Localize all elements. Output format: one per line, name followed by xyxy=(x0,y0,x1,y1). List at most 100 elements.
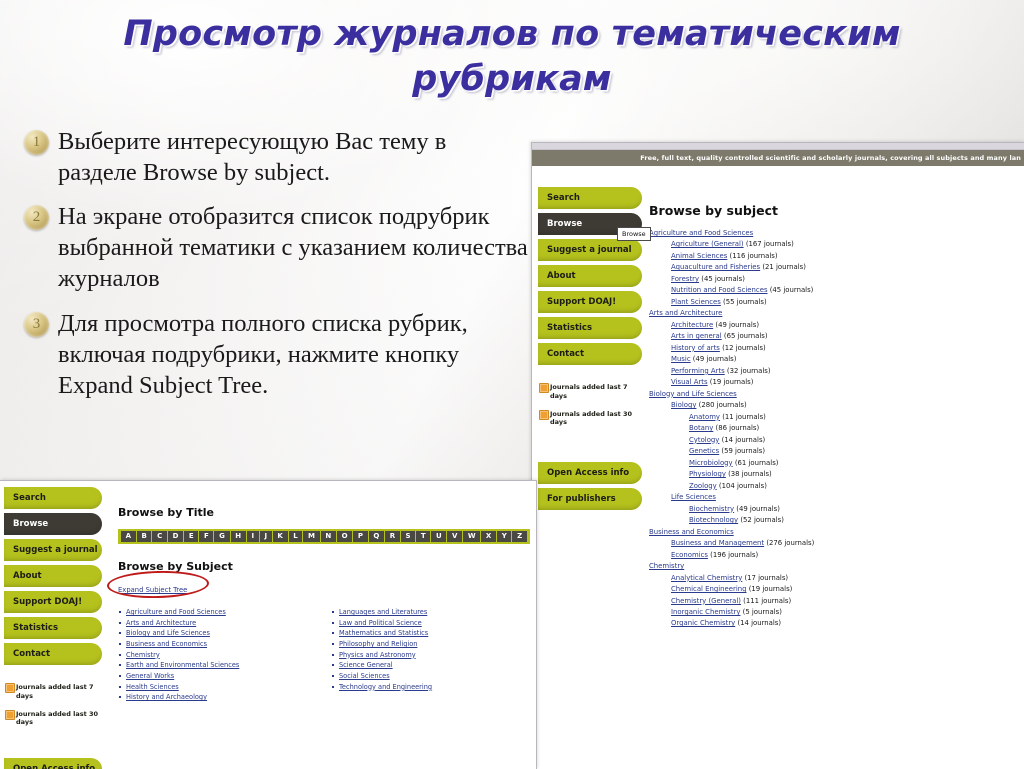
sidebar-item-for-publishers[interactable]: For publishers xyxy=(538,488,642,511)
list-item: Arts and Architecture xyxy=(118,618,317,629)
feed-link[interactable]: Journals added last 7 days xyxy=(538,383,642,401)
subject-link[interactable]: Chemistry (General) xyxy=(671,597,741,605)
subject-link[interactable]: Biotechnology xyxy=(689,516,738,524)
subject-link[interactable]: Aquaculture and Fisheries xyxy=(671,263,760,271)
subject-link[interactable]: Performing Arts xyxy=(671,367,725,375)
alphabet-letter-S[interactable]: S xyxy=(400,531,416,542)
subject-link[interactable]: Life Sciences xyxy=(671,493,716,501)
subject-link[interactable]: Agriculture (General) xyxy=(671,240,744,248)
subject-link[interactable]: Agriculture and Food Sciences xyxy=(649,229,753,237)
alphabet-letter-T[interactable]: T xyxy=(416,531,431,542)
alphabet-bar[interactable]: ABCDEFGHIJKLMNOPQRSTUVWXYZ xyxy=(118,529,530,544)
subject-link[interactable]: Chemistry xyxy=(126,651,160,659)
subject-link[interactable]: Forestry xyxy=(671,275,699,283)
subject-link[interactable]: History of arts xyxy=(671,344,720,352)
sidebar-item-contact[interactable]: Contact xyxy=(538,343,642,365)
subject-link[interactable]: Philosophy and Religion xyxy=(339,640,417,648)
subject-link[interactable]: Physiology xyxy=(689,470,726,478)
alphabet-letter-L[interactable]: L xyxy=(288,531,303,542)
subject-link[interactable]: Business and Economics xyxy=(126,640,207,648)
sidebar-item-browse[interactable]: Browse xyxy=(4,513,102,535)
subject-link[interactable]: Organic Chemistry xyxy=(671,619,735,627)
alphabet-letter-M[interactable]: M xyxy=(303,531,320,542)
alphabet-letter-R[interactable]: R xyxy=(385,531,400,542)
subject-link[interactable]: Languages and Literatures xyxy=(339,608,427,616)
subject-link[interactable]: Anatomy xyxy=(689,413,720,421)
subject-link[interactable]: Biology and Life Sciences xyxy=(649,390,737,398)
subject-link[interactable]: Visual Arts xyxy=(671,378,708,386)
subject-link[interactable]: Technology and Engineering xyxy=(339,683,432,691)
subject-link[interactable]: Arts and Architecture xyxy=(649,309,722,317)
alphabet-letter-I[interactable]: I xyxy=(246,531,259,542)
feed-link[interactable]: Journals added last 7 days xyxy=(4,683,102,701)
subject-link[interactable]: Social Sciences xyxy=(339,672,390,680)
subject-link[interactable]: Science General xyxy=(339,661,393,669)
subject-link[interactable]: Music xyxy=(671,355,691,363)
feed-link[interactable]: Journals added last 30 days xyxy=(538,409,642,428)
sidebar-item-about[interactable]: About xyxy=(4,565,102,587)
alphabet-letter-V[interactable]: V xyxy=(447,531,463,542)
subject-link[interactable]: Biology xyxy=(671,401,696,409)
subject-link[interactable]: Animal Sciences xyxy=(671,252,727,260)
alphabet-letter-A[interactable]: A xyxy=(121,531,136,542)
alphabet-letter-X[interactable]: X xyxy=(481,531,497,542)
sidebar-item-contact[interactable]: Contact xyxy=(4,643,102,665)
sidebar-item-search[interactable]: Search xyxy=(538,187,642,209)
alphabet-letter-D[interactable]: D xyxy=(167,531,184,542)
alphabet-letter-K[interactable]: K xyxy=(272,531,288,542)
alphabet-letter-W[interactable]: W xyxy=(463,531,481,542)
sidebar-item-statistics[interactable]: Statistics xyxy=(4,617,102,639)
alphabet-letter-Y[interactable]: Y xyxy=(497,531,512,542)
subject-link[interactable]: Business and Economics xyxy=(649,528,734,536)
sidebar-item-support-doaj[interactable]: Support DOAJ! xyxy=(538,291,642,313)
alphabet-letter-F[interactable]: F xyxy=(199,531,214,542)
sidebar-item-suggest-a-journal[interactable]: Suggest a journal xyxy=(4,539,102,561)
alphabet-letter-Q[interactable]: Q xyxy=(368,531,385,542)
alphabet-letter-H[interactable]: H xyxy=(230,531,246,542)
alphabet-letter-Z[interactable]: Z xyxy=(512,531,527,542)
alphabet-letter-P[interactable]: P xyxy=(353,531,368,542)
alphabet-letter-C[interactable]: C xyxy=(152,531,167,542)
subject-link[interactable]: Architecture xyxy=(671,321,713,329)
alphabet-letter-B[interactable]: B xyxy=(136,531,152,542)
alphabet-letter-J[interactable]: J xyxy=(259,531,272,542)
subject-link[interactable]: Zoology xyxy=(689,482,717,490)
subject-link[interactable]: Law and Political Science xyxy=(339,619,422,627)
subject-link[interactable]: Analytical Chemistry xyxy=(671,574,742,582)
sidebar-item-open-access-info[interactable]: Open Access info xyxy=(538,462,642,485)
sidebar-item-open-access-info[interactable]: Open Access info xyxy=(4,758,102,769)
subject-link[interactable]: Agriculture and Food Sciences xyxy=(126,608,226,616)
subject-link[interactable]: Earth and Environmental Sciences xyxy=(126,661,239,669)
subject-link[interactable]: Biochemistry xyxy=(689,505,734,513)
sidebar-item-about[interactable]: About xyxy=(538,265,642,287)
alphabet-letter-N[interactable]: N xyxy=(320,531,336,542)
subject-link[interactable]: Botany xyxy=(689,424,713,432)
subject-link[interactable]: Nutrition and Food Sciences xyxy=(671,286,768,294)
alphabet-letter-E[interactable]: E xyxy=(184,531,199,542)
subject-link[interactable]: Genetics xyxy=(689,447,719,455)
subject-link[interactable]: Mathematics and Statistics xyxy=(339,629,428,637)
subject-link[interactable]: General Works xyxy=(126,672,174,680)
subject-link[interactable]: Cytology xyxy=(689,436,719,444)
sidebar-item-suggest-a-journal[interactable]: Suggest a journal xyxy=(538,239,642,261)
subject-link[interactable]: Biology and Life Sciences xyxy=(126,629,210,637)
subject-link[interactable]: Economics xyxy=(671,551,708,559)
sidebar-item-search[interactable]: Search xyxy=(4,487,102,509)
subject-link[interactable]: Plant Sciences xyxy=(671,298,721,306)
subject-link[interactable]: Microbiology xyxy=(689,459,733,467)
subject-link[interactable]: Inorganic Chemistry xyxy=(671,608,740,616)
alphabet-letter-G[interactable]: G xyxy=(214,531,230,542)
subject-link[interactable]: Arts and Architecture xyxy=(126,619,196,627)
subject-link[interactable]: Arts in general xyxy=(671,332,722,340)
subject-link[interactable]: Health Sciences xyxy=(126,683,179,691)
subject-link[interactable]: Chemistry xyxy=(649,562,684,570)
subject-link[interactable]: Business and Management xyxy=(671,539,764,547)
feed-link[interactable]: Journals added last 30 days xyxy=(4,709,102,728)
alphabet-letter-O[interactable]: O xyxy=(336,531,353,542)
subject-link[interactable]: Physics and Astronomy xyxy=(339,651,416,659)
sidebar-item-support-doaj[interactable]: Support DOAJ! xyxy=(4,591,102,613)
alphabet-letter-U[interactable]: U xyxy=(431,531,447,542)
sidebar-item-statistics[interactable]: Statistics xyxy=(538,317,642,339)
subject-link[interactable]: History and Archaeology xyxy=(126,693,207,701)
subject-link[interactable]: Chemical Engineering xyxy=(671,585,747,593)
